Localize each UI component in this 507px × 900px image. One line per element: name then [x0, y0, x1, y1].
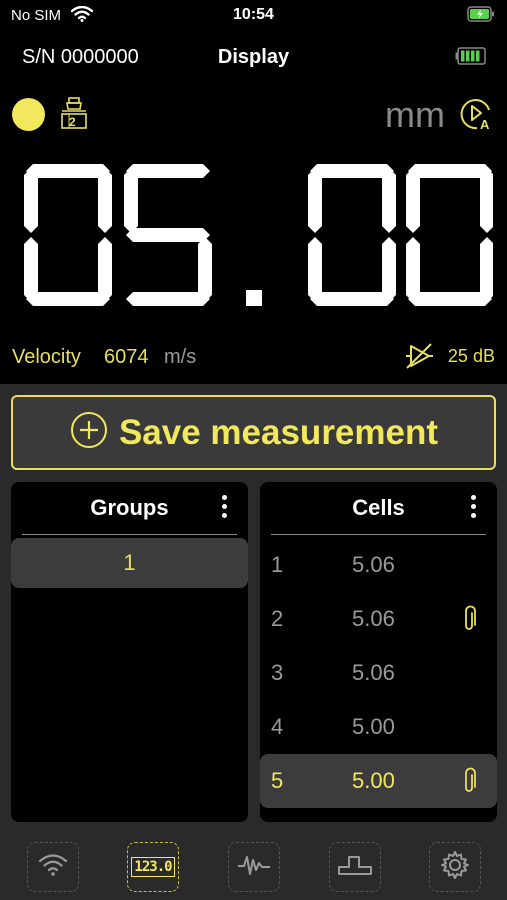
wifi-icon [38, 853, 68, 882]
status-bar: No SIM 10:54 [0, 0, 507, 32]
cell-value: 5.00 [352, 768, 395, 793]
cell-row[interactable]: 1 5.06 [260, 538, 497, 592]
svg-text:A: A [480, 117, 490, 132]
cells-divider [271, 534, 486, 535]
gear-icon [440, 850, 470, 885]
velocity-value[interactable]: 6074 [104, 346, 149, 369]
paperclip-icon[interactable] [461, 767, 477, 800]
readout-123-icon: 123.0 [131, 857, 175, 877]
cell-value: 5.06 [352, 606, 395, 631]
groups-header: Groups [11, 482, 248, 534]
device-battery-icon [455, 46, 487, 71]
cells-title: Cells [352, 495, 405, 520]
groups-title: Groups [90, 495, 169, 520]
readout-decimal-point [246, 290, 262, 306]
plus-circle-icon [69, 410, 109, 455]
cells-panel: Cells 1 5.06 2 5.06 3 5.06 4 5.00 5 5.00 [260, 482, 497, 822]
cell-index: 1 [271, 552, 284, 577]
app-header: S/N 0000000 Display [0, 40, 507, 76]
readout-digit [406, 164, 493, 306]
cell-value: 5.06 [352, 660, 395, 685]
cell-row[interactable]: 2 5.06 [260, 592, 497, 646]
groups-panel: Groups 1 [11, 482, 248, 822]
cells-header: Cells [260, 482, 497, 534]
tab-readout[interactable]: 123.0 [127, 842, 179, 892]
page-title: Display [217, 46, 290, 68]
cell-index: 3 [271, 660, 284, 685]
cell-row[interactable]: 4 5.00 [260, 700, 497, 754]
paperclip-icon[interactable] [461, 605, 477, 638]
groups-more-icon[interactable] [222, 495, 228, 519]
bottom-tab-bar: 123.0 [0, 834, 507, 900]
thickness-readout [24, 164, 493, 306]
waveform-icon [237, 852, 271, 883]
velocity-label: Velocity [12, 346, 81, 368]
measurement-panel: Save measurement Groups 1 Cells 1 5.06 2 5.… [0, 384, 507, 834]
unit-label: mm [385, 94, 445, 135]
phone-battery-icon [467, 6, 495, 27]
cell-index: 4 [271, 714, 284, 739]
tab-wireless[interactable] [27, 842, 79, 892]
save-measurement-button[interactable]: Save measurement [11, 395, 496, 470]
save-measurement-label: Save measurement [118, 412, 439, 452]
cell-row[interactable]: 3 5.06 [260, 646, 497, 700]
cell-index: 2 [271, 606, 284, 631]
gain-icon[interactable] [403, 340, 435, 377]
readout-digit [308, 164, 396, 306]
cells-more-icon[interactable] [471, 495, 477, 519]
step-icon [337, 853, 373, 882]
status-indicator-dot [12, 98, 45, 131]
group-item[interactable]: 1 [11, 538, 248, 588]
velocity-unit: m/s [164, 346, 197, 368]
tab-settings[interactable] [429, 842, 481, 892]
probe-channel-number: 2 [69, 115, 76, 129]
cell-index: 5 [271, 768, 284, 793]
cell-value: 5.00 [352, 714, 395, 739]
cell-value: 5.06 [352, 552, 395, 577]
tab-waveform[interactable] [228, 842, 280, 892]
readout-digit [24, 164, 112, 306]
tab-step[interactable] [329, 842, 381, 892]
gain-value[interactable]: 25 dB [448, 346, 495, 367]
readout-digit [124, 164, 212, 306]
groups-divider [22, 534, 237, 535]
status-time: 10:54 [233, 6, 274, 23]
cell-row[interactable]: 5 5.00 [260, 754, 497, 808]
auto-gain-icon[interactable]: A [459, 96, 495, 137]
